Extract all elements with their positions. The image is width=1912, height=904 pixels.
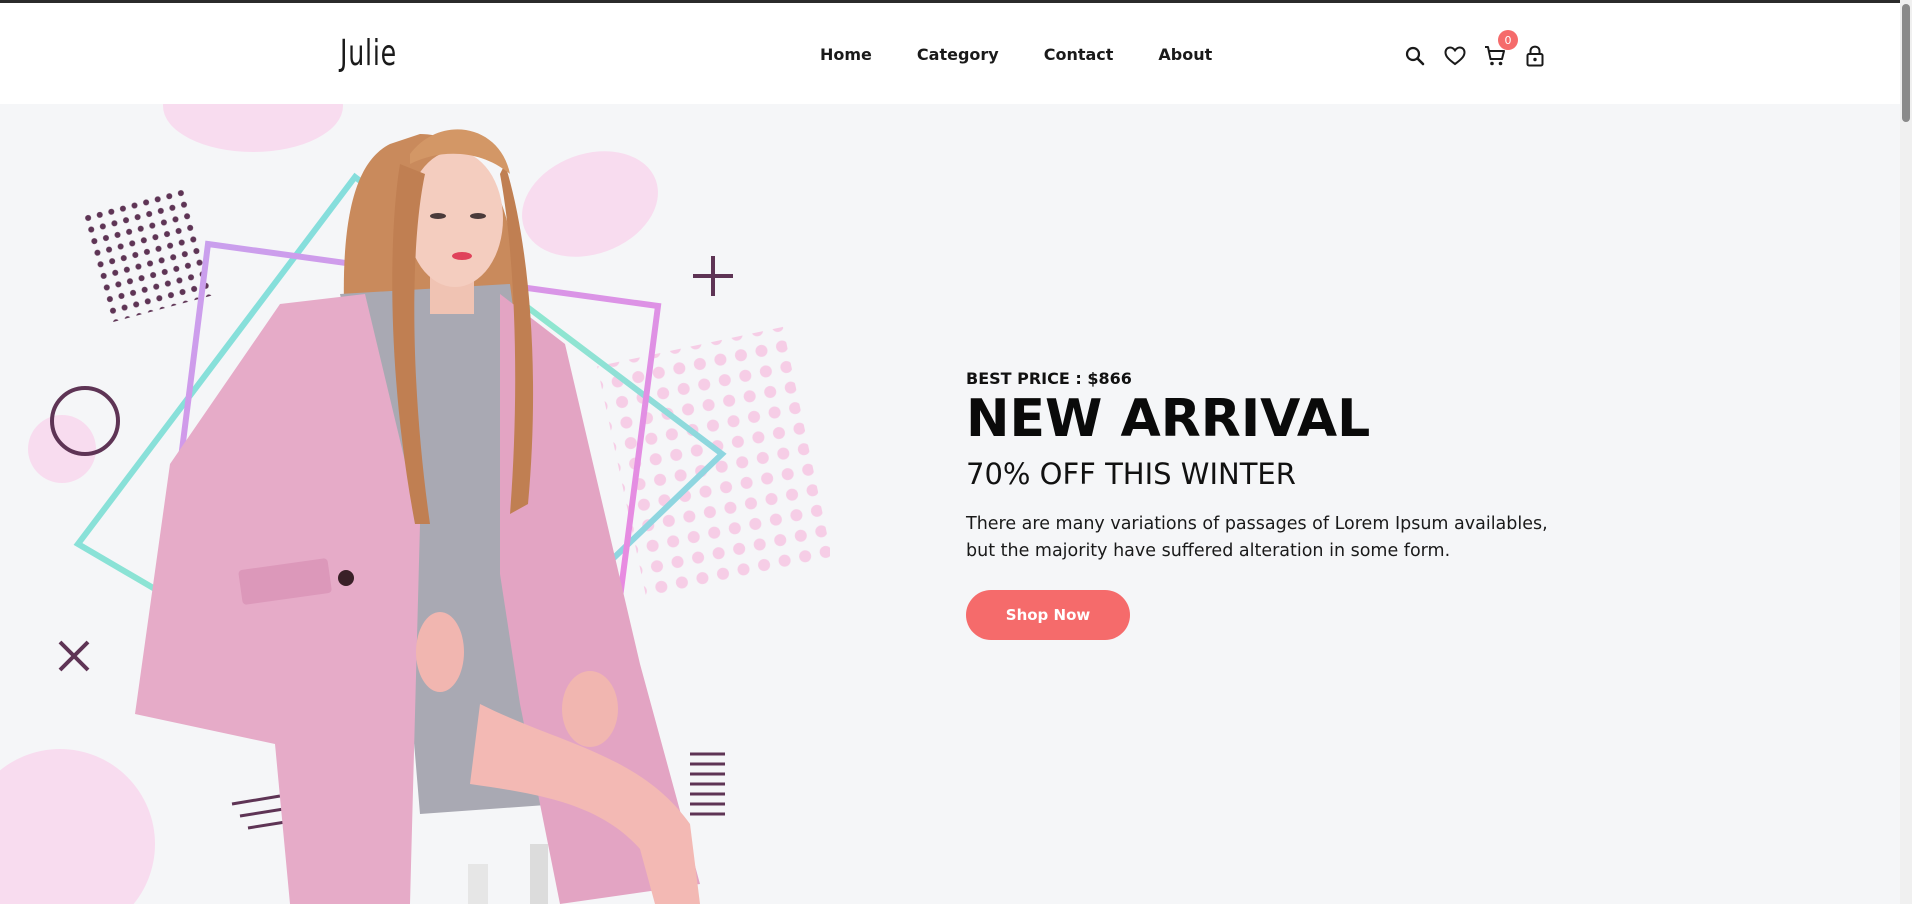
account-button[interactable]	[1522, 43, 1548, 69]
pink-blob-mid	[522, 151, 658, 257]
dot-grid-dark	[79, 188, 215, 324]
site-header: Julie Home Category Contact About 0	[0, 3, 1900, 104]
cart-button[interactable]: 0	[1482, 30, 1518, 69]
nav-home[interactable]: Home	[820, 45, 872, 64]
hero-illustration	[0, 104, 830, 904]
hero-content: BEST PRICE : $866 NEW ARRIVAL 70% OFF TH…	[966, 369, 1566, 640]
logo[interactable]: Julie	[340, 33, 397, 74]
hero-artwork	[0, 104, 830, 904]
x-shape	[58, 640, 90, 672]
hero-description: There are many variations of passages of…	[966, 513, 1548, 561]
heart-icon	[1444, 46, 1466, 66]
hero-subtitle: 70% OFF THIS WINTER	[966, 456, 1296, 491]
search-icon	[1405, 46, 1425, 66]
nav-contact[interactable]: Contact	[1044, 45, 1114, 64]
header-actions: 0	[1402, 30, 1562, 69]
wishlist-button[interactable]	[1442, 43, 1468, 69]
scrollbar-thumb[interactable]	[1902, 4, 1910, 122]
best-price-label: BEST PRICE : $866	[966, 369, 1132, 388]
nav-category[interactable]: Category	[917, 45, 999, 64]
page-scrollbar[interactable]	[1900, 0, 1912, 904]
lock-icon	[1526, 45, 1544, 67]
pink-blob-top	[163, 104, 343, 152]
pink-blob-left	[28, 415, 96, 483]
cart-count-badge: 0	[1498, 30, 1518, 50]
main-nav: Home Category Contact About	[820, 45, 1257, 64]
shop-now-button[interactable]: Shop Now	[966, 589, 1130, 640]
plus-shape	[693, 256, 733, 296]
pink-blob-bottom	[0, 749, 155, 904]
search-button[interactable]	[1402, 43, 1428, 69]
nav-about[interactable]: About	[1158, 45, 1212, 64]
hero-section: BEST PRICE : $866 NEW ARRIVAL 70% OFF TH…	[0, 104, 1900, 904]
lines-shape-right	[690, 752, 725, 816]
hero-title: NEW ARRIVAL	[966, 389, 1371, 449]
